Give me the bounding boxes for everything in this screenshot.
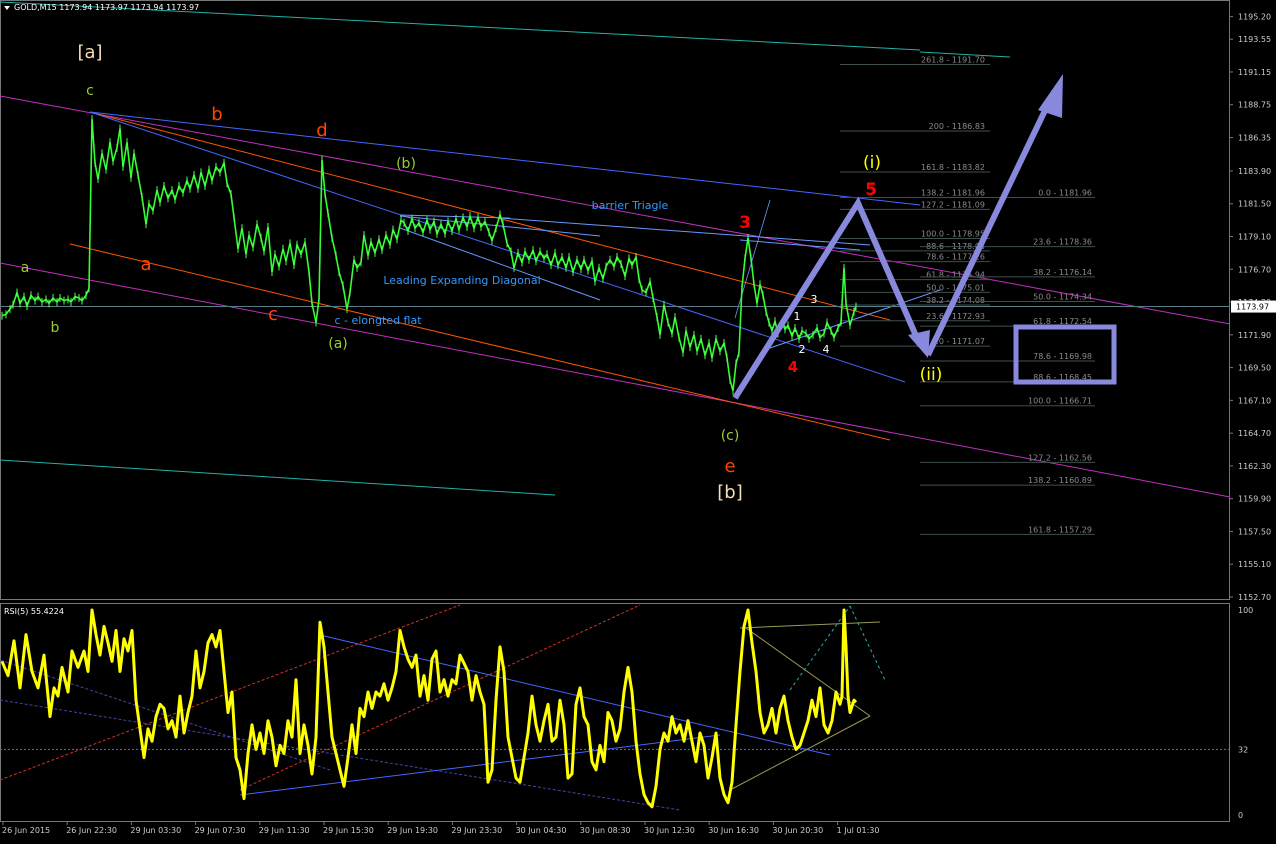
y-axis-label: 1188.75 [1238,101,1271,110]
x-axis-label: 30 Jun 12:30 [644,826,695,835]
wave-label: 3 [739,213,751,233]
fib-level-label: 138.2 - 1160.89 [1028,476,1092,485]
x-axis-label: 30 Jun 08:30 [580,826,631,835]
y-axis-label: 1157.50 [1238,527,1271,536]
y-axis-label: 1176.70 [1238,265,1271,274]
rsi-y-label: 100 [1238,606,1253,615]
y-axis-label: 1191.15 [1238,68,1271,77]
rsi-y-label: 32 [1238,745,1248,754]
y-axis-label: 1179.10 [1238,233,1271,242]
wave-label: (i) [863,153,881,173]
y-axis-label: 1167.10 [1238,396,1271,405]
annotation-label: barrier Triagle [592,199,669,212]
rsi-title: RSI(5) 55.4224 [4,607,64,616]
y-axis-label: 1193.55 [1238,35,1271,44]
fib-level-label: 127.2 - 1181.09 [921,200,985,209]
wave-label: [b] [717,482,742,503]
fib-level-label: 200 - 1186.83 [929,122,985,131]
chart-svg[interactable]: 261.8 - 1191.70 200 - 1186.83 161.8 - 1183… [0,0,1276,840]
wave-label: 4 [788,358,798,376]
wave-label: a [140,254,151,275]
y-axis-label: 1155.10 [1238,560,1271,569]
x-axis-label: 29 Jun 23:30 [451,826,502,835]
fib-level-label: 138.2 - 1181.96 [921,188,985,197]
y-axis-label: 1171.90 [1238,331,1271,340]
wave-label: (c) [721,428,740,444]
x-axis-label: 26 Jun 22:30 [66,826,117,835]
x-axis-label: 29 Jun 03:30 [130,826,181,835]
y-axis-label: 1162.30 [1238,462,1271,471]
rsi-y-label: 0 [1238,811,1243,820]
wave-label: (b) [396,156,416,172]
fib-level-label: 127.2 - 1162.56 [1028,453,1092,462]
fib-level-label: 100.0 - 1166.71 [1028,397,1092,406]
symbol-title: GOLD,M15 1173.94 1173.97 1173.94 1173.97 [14,3,199,12]
y-axis-label: 1152.70 [1238,593,1271,602]
wave-label: (ii) [920,365,943,385]
x-axis-label: 29 Jun 07:30 [195,826,246,835]
wave-label: c [86,83,94,99]
wave-label: a [21,260,30,276]
y-axis-label: 1181.50 [1238,200,1271,209]
fib-level-label: 161.8 - 1157.29 [1028,525,1092,534]
chart-container[interactable]: 261.8 - 1191.70 200 - 1186.83 161.8 - 1183… [0,0,1276,840]
fib-level-label: 0.0 - 1181.96 [1038,188,1092,197]
y-axis-label: 1195.20 [1238,13,1271,22]
wave-label: c [268,304,278,325]
x-axis-label: 26 Jun 2015 [2,826,50,835]
wave-label: (a) [328,336,348,352]
wave-label: b [211,104,222,125]
x-axis-label: 30 Jun 04:30 [516,826,567,835]
y-axis-label: 1164.70 [1238,429,1271,438]
y-axis-label: 1169.50 [1238,364,1271,373]
chart-background [0,0,1276,840]
wave-label: e [724,456,735,477]
wave-label: 2 [799,343,806,356]
annotation-label: c - elongted flat [334,314,422,327]
x-axis-label: 29 Jun 15:30 [323,826,374,835]
x-axis-label: 29 Jun 11:30 [259,826,310,835]
wave-label: d [316,120,327,141]
fib-level-label: 100.0 - 1178.95 [921,230,985,239]
x-axis-label: 1 Jul 01:30 [837,826,880,835]
x-axis-label: 30 Jun 16:30 [708,826,759,835]
fib-level-label: 23.6 - 1178.36 [1033,238,1092,247]
wave-label: b [51,320,60,336]
x-axis-label: 30 Jun 20:30 [772,826,823,835]
fib-level-label: 161.8 - 1183.82 [921,163,985,172]
fib-level-label: 261.8 - 1191.70 [921,55,985,64]
y-axis-label: 1159.90 [1238,495,1271,504]
wave-label: 1 [794,310,801,323]
wave-label: [a] [77,42,102,63]
current-price-label: 1173.97 [1236,303,1269,312]
fib-level-label: 78.6 - 1169.98 [1033,352,1092,361]
fib-level-label: 0.0 - 1171.07 [931,337,985,346]
wave-label: 5 [865,180,877,200]
wave-label: 4 [823,343,830,356]
annotation-label: Leading Expanding Diagonal [383,274,540,287]
wave-label: 3 [811,293,818,306]
y-axis-label: 1183.90 [1238,167,1271,176]
fib-level-label: 50.0 - 1174.34 [1033,293,1092,302]
y-axis-label: 1186.35 [1238,134,1271,143]
x-axis-label: 29 Jun 19:30 [387,826,438,835]
fib-level-label: 61.8 - 1175.94 [926,271,985,280]
fib-level-label: 23.6 - 1172.93 [926,312,985,321]
fib-level-label: 38.2 - 1176.14 [1033,268,1092,277]
